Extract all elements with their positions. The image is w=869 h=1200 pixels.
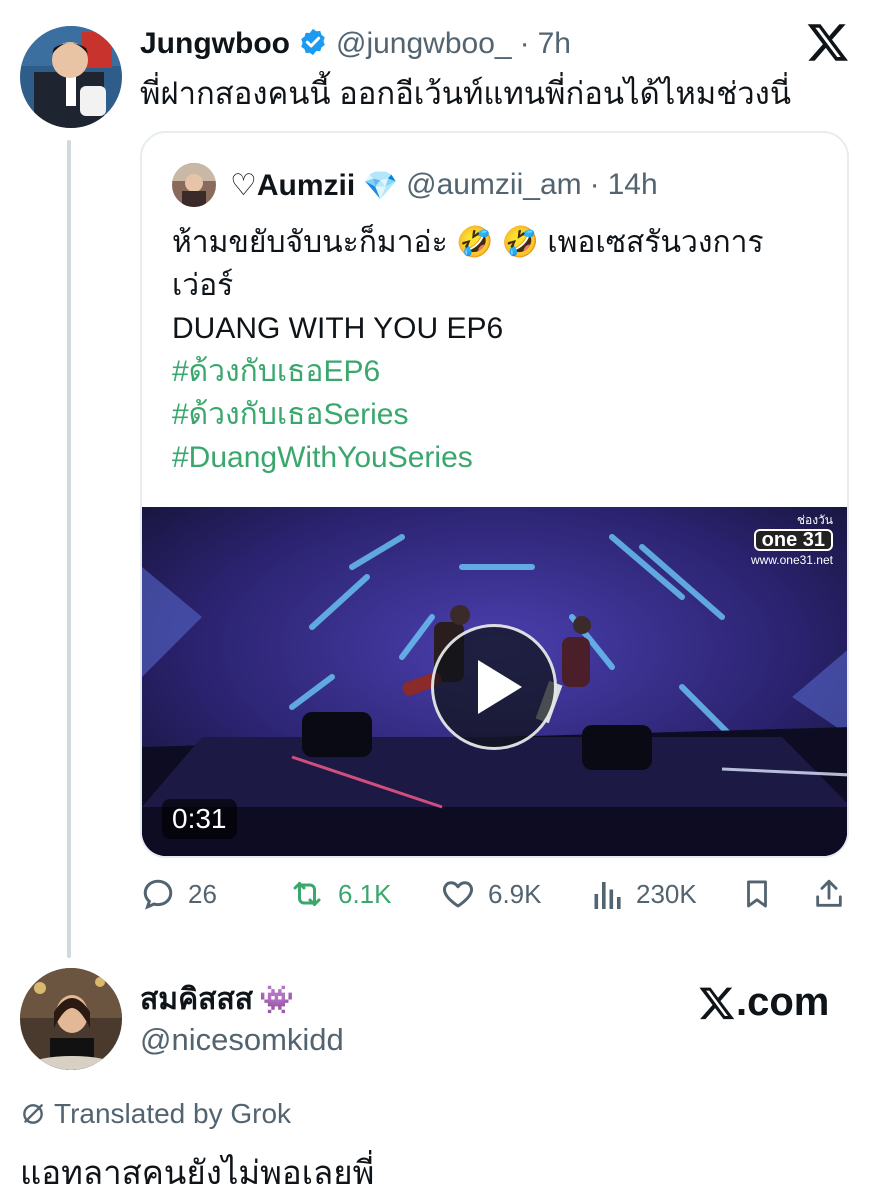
author-name[interactable]: Jungwboo bbox=[140, 27, 290, 61]
views-chart-icon bbox=[594, 882, 621, 909]
translation-label[interactable]: Translated by Grok bbox=[20, 1098, 291, 1130]
tweet-time[interactable]: 7h bbox=[538, 27, 571, 61]
repost-button[interactable]: 6.1K bbox=[288, 868, 392, 920]
reply-icon bbox=[143, 879, 173, 910]
share-button[interactable] bbox=[812, 868, 846, 920]
channel-badge: one 31 bbox=[753, 529, 833, 551]
grok-icon bbox=[23, 1104, 43, 1124]
quote-text-line: เว่อร์ bbox=[172, 269, 234, 302]
repost-icon bbox=[293, 882, 321, 906]
channel-watermark: ช่องวัน one 31 www.one31.net bbox=[751, 513, 833, 567]
separator-dot: · bbox=[519, 27, 530, 60]
heart-icon bbox=[443, 881, 473, 908]
video-duration: 0:31 bbox=[162, 799, 237, 839]
x-logo-icon[interactable] bbox=[806, 20, 850, 64]
bookmark-icon bbox=[747, 880, 767, 908]
alien-monster-emoji: 👾 bbox=[259, 983, 294, 1015]
channel-name-thai: ช่องวัน bbox=[796, 513, 833, 527]
hashtag-link[interactable]: #ด้วงกับเธอSeries bbox=[172, 393, 832, 436]
reply-author-handle[interactable]: @nicesomkidd bbox=[140, 1022, 344, 1058]
reply-header: สมคิสสส 👾 @nicesomkidd bbox=[140, 978, 344, 1058]
reply-author-avatar[interactable] bbox=[20, 968, 122, 1070]
separator-dot: · bbox=[589, 168, 600, 201]
reply-count: 26 bbox=[188, 878, 217, 909]
quoted-tweet-card[interactable]: ♡Aumzii 💎 @aumzii_am · 14h ห้ามขยับจับนะ… bbox=[140, 131, 849, 858]
like-count: 6.9K bbox=[488, 878, 542, 909]
quote-text-line: ห้ามขยับจับนะก็มาอ่ะ 🤣 🤣 เพอเซสรันวงการ bbox=[172, 226, 764, 259]
quote-text: ห้ามขยับจับนะก็มาอ่ะ 🤣 🤣 เพอเซสรันวงการ … bbox=[172, 221, 832, 479]
hashtag-link[interactable]: #DuangWithYouSeries bbox=[172, 436, 832, 479]
quote-time[interactable]: 14h bbox=[608, 168, 658, 202]
views-count: 230K bbox=[636, 878, 697, 909]
quote-author-avatar[interactable] bbox=[172, 163, 216, 207]
tweet-actions: 26 6.1K 6.9K 230K bbox=[140, 868, 849, 920]
like-button[interactable]: 6.9K bbox=[440, 868, 542, 920]
author-avatar[interactable] bbox=[20, 26, 122, 128]
channel-url: www.one31.net bbox=[750, 553, 833, 567]
hashtag-link[interactable]: #ด้วงกับเธอEP6 bbox=[172, 350, 832, 393]
repost-count: 6.1K bbox=[338, 878, 392, 909]
quote-author-handle[interactable]: @aumzii_am bbox=[406, 168, 582, 202]
share-icon bbox=[816, 879, 842, 907]
x-logo-icon bbox=[699, 987, 735, 1019]
tweet-header: Jungwboo @jungwboo_ · 7h bbox=[140, 22, 571, 66]
reply-author-name-row[interactable]: สมคิสสส 👾 bbox=[140, 978, 344, 1020]
quote-text-line: DUANG WITH YOU EP6 bbox=[172, 312, 504, 345]
quote-header: ♡Aumzii 💎 @aumzii_am · 14h bbox=[172, 161, 658, 209]
reply-button[interactable]: 26 bbox=[140, 868, 217, 920]
views-button[interactable]: 230K bbox=[592, 868, 697, 920]
tweet-text: พี่ฝากสองคนนี้ ออกอีเว้นท์แทนพี่ก่อนได้ไ… bbox=[140, 76, 792, 111]
reply-author-name[interactable]: สมคิสสส bbox=[140, 976, 253, 1023]
reply-text: แอทลาสคนยังไม่พอเลยพี่ bbox=[20, 1154, 375, 1191]
x-com-watermark: .com bbox=[698, 980, 829, 1025]
bookmark-button[interactable] bbox=[740, 868, 774, 920]
verified-badge-icon bbox=[298, 27, 328, 62]
translated-by-text: Translated by Grok bbox=[54, 1098, 292, 1129]
watermark-text: .com bbox=[736, 980, 830, 1024]
quote-author-name[interactable]: ♡Aumzii bbox=[230, 168, 355, 203]
diamond-emoji: 💎 bbox=[363, 169, 399, 201]
play-icon bbox=[478, 660, 522, 714]
play-button[interactable] bbox=[431, 624, 557, 750]
author-handle[interactable]: @jungwboo_ bbox=[336, 27, 512, 61]
video-player[interactable]: ช่องวัน one 31 www.one31.net 0:31 bbox=[142, 507, 847, 856]
thread-line bbox=[67, 140, 71, 958]
